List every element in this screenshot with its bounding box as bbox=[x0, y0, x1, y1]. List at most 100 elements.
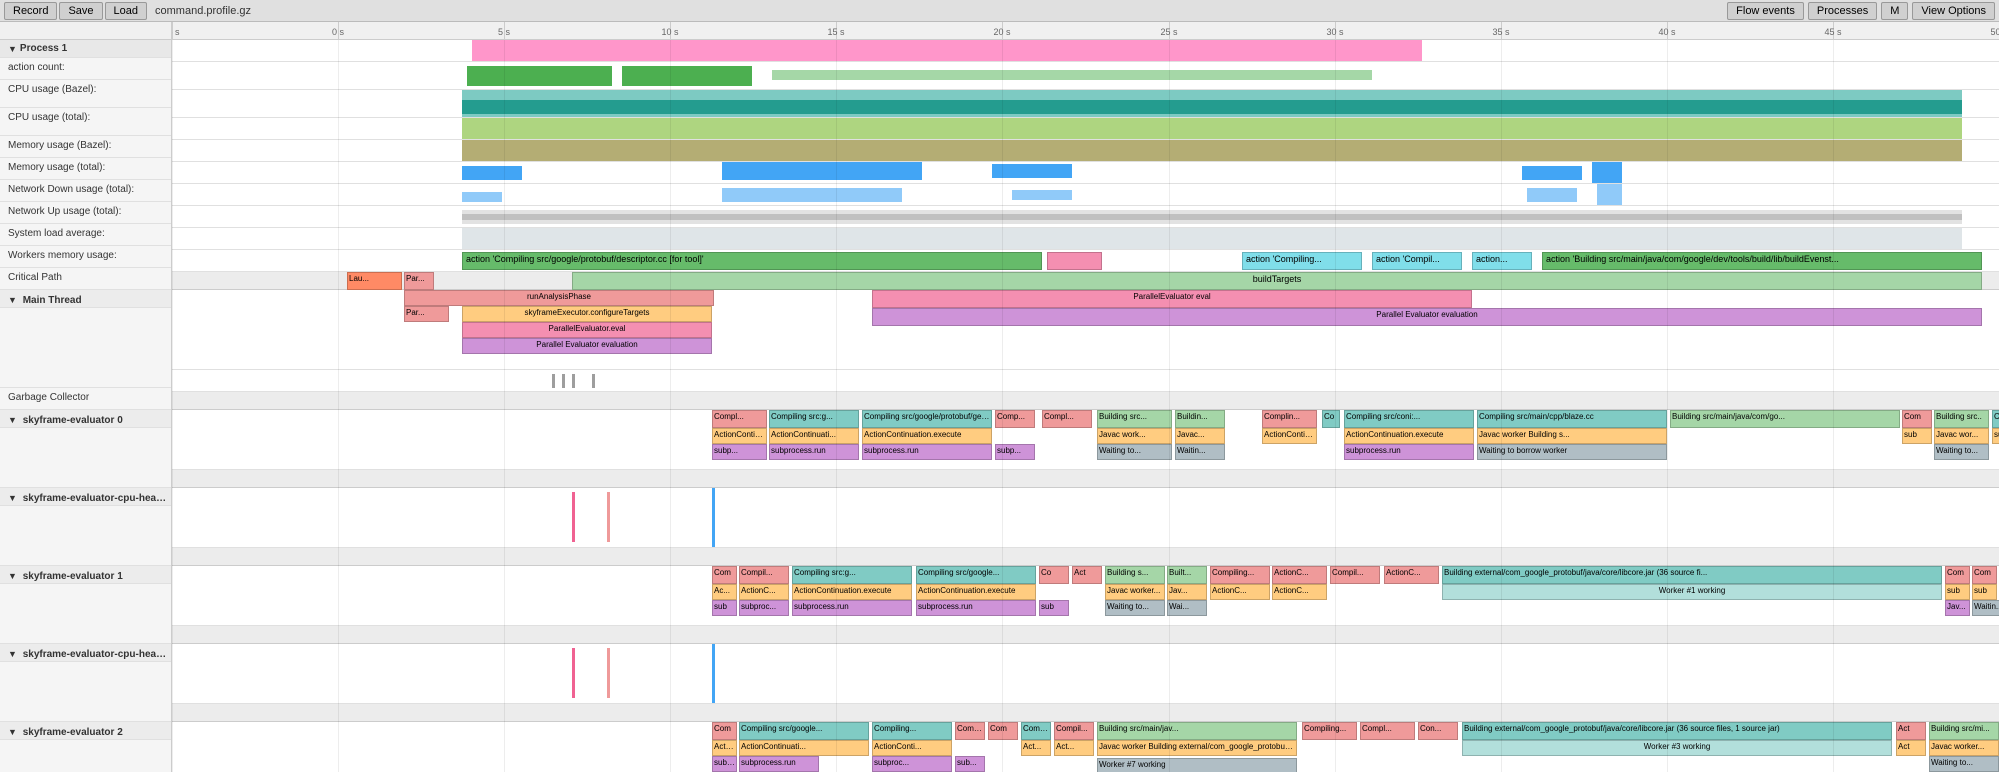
se0-sub-sub-3[interactable]: subprocess.run bbox=[862, 444, 992, 460]
rows-container[interactable]: action 'Compiling src/google/protobuf/de… bbox=[172, 40, 1999, 772]
se2-javac-3[interactable]: Javac worker... bbox=[1929, 740, 1999, 756]
se0-block-11[interactable]: Building src/main/java/com/go... bbox=[1670, 410, 1900, 428]
se0-sub-sub-1[interactable]: subp... bbox=[712, 444, 767, 460]
mt-block-build-targets[interactable]: buildTargets bbox=[572, 272, 1982, 290]
se0-sub-3[interactable]: ActionContinuation.execute bbox=[862, 428, 992, 444]
se0-wait-2[interactable]: Waitin... bbox=[1175, 444, 1225, 460]
save-button[interactable]: Save bbox=[59, 2, 102, 20]
se2-javac-2[interactable]: Act bbox=[1896, 740, 1926, 756]
se2-sub-sub-4[interactable]: sub... bbox=[955, 756, 985, 772]
se2-sub-sub-3[interactable]: subproc... bbox=[872, 756, 952, 772]
se0-javac-4[interactable]: ActionContinuation.execute bbox=[1344, 428, 1474, 444]
cp-block-4[interactable]: action... bbox=[1472, 252, 1532, 270]
se1-javac-4[interactable]: ActionC... bbox=[1272, 584, 1327, 600]
se0-block-co[interactable]: Co bbox=[1322, 410, 1340, 428]
view-options-button[interactable]: View Options bbox=[1912, 2, 1995, 20]
se1-sub-sub-1[interactable]: sub bbox=[712, 600, 737, 616]
se1-wait-14[interactable]: Waitin... bbox=[1972, 600, 1999, 616]
mt-parallel-eval-2[interactable]: Parallel Evaluator evaluation bbox=[462, 338, 712, 354]
se1-block-7[interactable]: Building s... bbox=[1105, 566, 1165, 584]
se0-block-5[interactable]: Compl... bbox=[1042, 410, 1092, 428]
processes-button[interactable]: Processes bbox=[1808, 2, 1877, 20]
mt-run-analysis[interactable]: runAnalysisPhase bbox=[404, 290, 714, 306]
se2-sub-2[interactable]: ActionContinuati... bbox=[739, 740, 869, 756]
timeline-panel[interactable]: -5 s0 s5 s10 s15 s20 s25 s30 s35 s40 s45… bbox=[172, 22, 1999, 772]
se1-javac-1[interactable]: Javac worker... bbox=[1105, 584, 1165, 600]
se2-sub-sub-1[interactable]: subp... bbox=[712, 756, 737, 772]
mt-block-par[interactable]: Par... bbox=[404, 272, 434, 290]
cp-block-5[interactable]: action 'Building src/main/java/com/googl… bbox=[1542, 252, 1982, 270]
se0-javac-5[interactable]: Javac worker Building s... bbox=[1477, 428, 1667, 444]
se2-worker3[interactable]: Worker #3 working bbox=[1462, 740, 1892, 756]
se1-sub-sub-4[interactable]: subprocess.run bbox=[916, 600, 1036, 616]
se0-block-co2[interactable]: Co bbox=[1992, 410, 1999, 428]
m-button[interactable]: M bbox=[1881, 2, 1908, 20]
se2-block-8[interactable]: Building src/main/jav... bbox=[1097, 722, 1297, 740]
se1-block-14[interactable]: Com bbox=[1945, 566, 1970, 584]
se0-sub-1[interactable]: ActionContinuati... bbox=[712, 428, 767, 444]
se0-sub2-1[interactable]: subprocess.run bbox=[1344, 444, 1474, 460]
se2-javac-1[interactable]: Javac worker Building external/com_googl… bbox=[1097, 740, 1297, 756]
se0-wait-3[interactable]: Waiting to borrow worker bbox=[1477, 444, 1667, 460]
se0-block-com[interactable]: Com bbox=[1902, 410, 1932, 428]
se1-sub-15[interactable]: sub bbox=[1972, 584, 1997, 600]
se1-block-6[interactable]: Act bbox=[1072, 566, 1102, 584]
se0-wait-1[interactable]: Waiting to... bbox=[1097, 444, 1172, 460]
se0-javac-1[interactable]: Javac work... bbox=[1097, 428, 1172, 444]
se0-sub-sub-4[interactable]: subp... bbox=[995, 444, 1035, 460]
se0-sub-sub-2[interactable]: subprocess.run bbox=[769, 444, 859, 460]
se0-block-1[interactable]: Compl... bbox=[712, 410, 767, 428]
cp-block-3[interactable]: action 'Compil... bbox=[1372, 252, 1462, 270]
se2-block-4[interactable]: Compl... bbox=[955, 722, 985, 740]
se2-block-3[interactable]: Compiling... bbox=[872, 722, 952, 740]
se0-block-9[interactable]: Compiling src/coni:... bbox=[1344, 410, 1474, 428]
se1-javac-3[interactable]: ActionC... bbox=[1210, 584, 1270, 600]
flow-events-button[interactable]: Flow events bbox=[1727, 2, 1804, 20]
se2-block-5[interactable]: Com bbox=[988, 722, 1018, 740]
se1-sub-sub-14[interactable]: Jav... bbox=[1945, 600, 1970, 616]
se0-block-8[interactable]: Complin... bbox=[1262, 410, 1317, 428]
se2-sub-5[interactable]: Act... bbox=[1054, 740, 1094, 756]
se1-block-13[interactable]: Building external/com_google_protobuf/ja… bbox=[1442, 566, 1942, 584]
se2-block-6[interactable]: Compiling... bbox=[1021, 722, 1051, 740]
se1-block-4[interactable]: Compiling src/google... bbox=[916, 566, 1036, 584]
se1-block-2[interactable]: Compil... bbox=[739, 566, 789, 584]
se0-block-6[interactable]: Building src... bbox=[1097, 410, 1172, 428]
cp-block-pink[interactable] bbox=[1047, 252, 1102, 270]
load-button[interactable]: Load bbox=[105, 2, 147, 20]
se1-block-10[interactable]: ActionC... bbox=[1272, 566, 1327, 584]
mt-parallel-evaluation-right[interactable]: Parallel Evaluator evaluation bbox=[872, 308, 1982, 326]
se1-block-8[interactable]: Built... bbox=[1167, 566, 1207, 584]
se2-sub-1[interactable]: ActionC... bbox=[712, 740, 737, 756]
se1-block-11[interactable]: Compil... bbox=[1330, 566, 1380, 584]
se1-sub-14[interactable]: sub bbox=[1945, 584, 1970, 600]
se0-javac-8[interactable]: sub bbox=[1992, 428, 1999, 444]
mt-configure[interactable]: skyframeExecutor.configureTargets bbox=[462, 306, 712, 322]
mt-parallel-eval-1[interactable]: ParallelEvaluator.eval bbox=[462, 322, 712, 338]
se2-block-14[interactable]: Building src/mi... bbox=[1929, 722, 1999, 740]
se1-worker1[interactable]: Worker #1 working bbox=[1442, 584, 1942, 600]
se1-sub-2[interactable]: ActionC... bbox=[739, 584, 789, 600]
se1-sub-3[interactable]: ActionContinuation.execute bbox=[792, 584, 912, 600]
se0-block-2[interactable]: Compiling src:g... bbox=[769, 410, 859, 428]
se0-javac-3[interactable]: ActionContinuati... bbox=[1262, 428, 1317, 444]
se1-block-12[interactable]: ActionC... bbox=[1384, 566, 1439, 584]
se0-block-3[interactable]: Compiling src/google/protobuf/general... bbox=[862, 410, 992, 428]
se0-javac-6[interactable]: sub bbox=[1902, 428, 1932, 444]
se2-block-10[interactable]: Compl... bbox=[1360, 722, 1415, 740]
mt-block-lau[interactable]: Lau... bbox=[347, 272, 402, 290]
record-button[interactable]: Record bbox=[4, 2, 57, 20]
se2-block-9[interactable]: Compiling... bbox=[1302, 722, 1357, 740]
se2-block-7[interactable]: Compil... bbox=[1054, 722, 1094, 740]
se0-wait-4[interactable]: Waiting to... bbox=[1934, 444, 1989, 460]
cp-block-1[interactable]: action 'Compiling src/google/protobuf/de… bbox=[462, 252, 1042, 270]
se2-wait-2[interactable]: Waiting to... bbox=[1929, 756, 1999, 772]
se0-block-10[interactable]: Compiling src/main/cpp/blaze.cc bbox=[1477, 410, 1667, 428]
se2-block-11[interactable]: Con... bbox=[1418, 722, 1458, 740]
se1-sub-sub-3[interactable]: subprocess.run bbox=[792, 600, 912, 616]
se1-sub-1[interactable]: Ac... bbox=[712, 584, 737, 600]
se2-sub-3[interactable]: ActionConti... bbox=[872, 740, 952, 756]
se2-block-12[interactable]: Building external/com_google_protobuf/ja… bbox=[1462, 722, 1892, 740]
se1-sub-sub-2[interactable]: subproc... bbox=[739, 600, 789, 616]
se1-wait-2[interactable]: Wai... bbox=[1167, 600, 1207, 616]
